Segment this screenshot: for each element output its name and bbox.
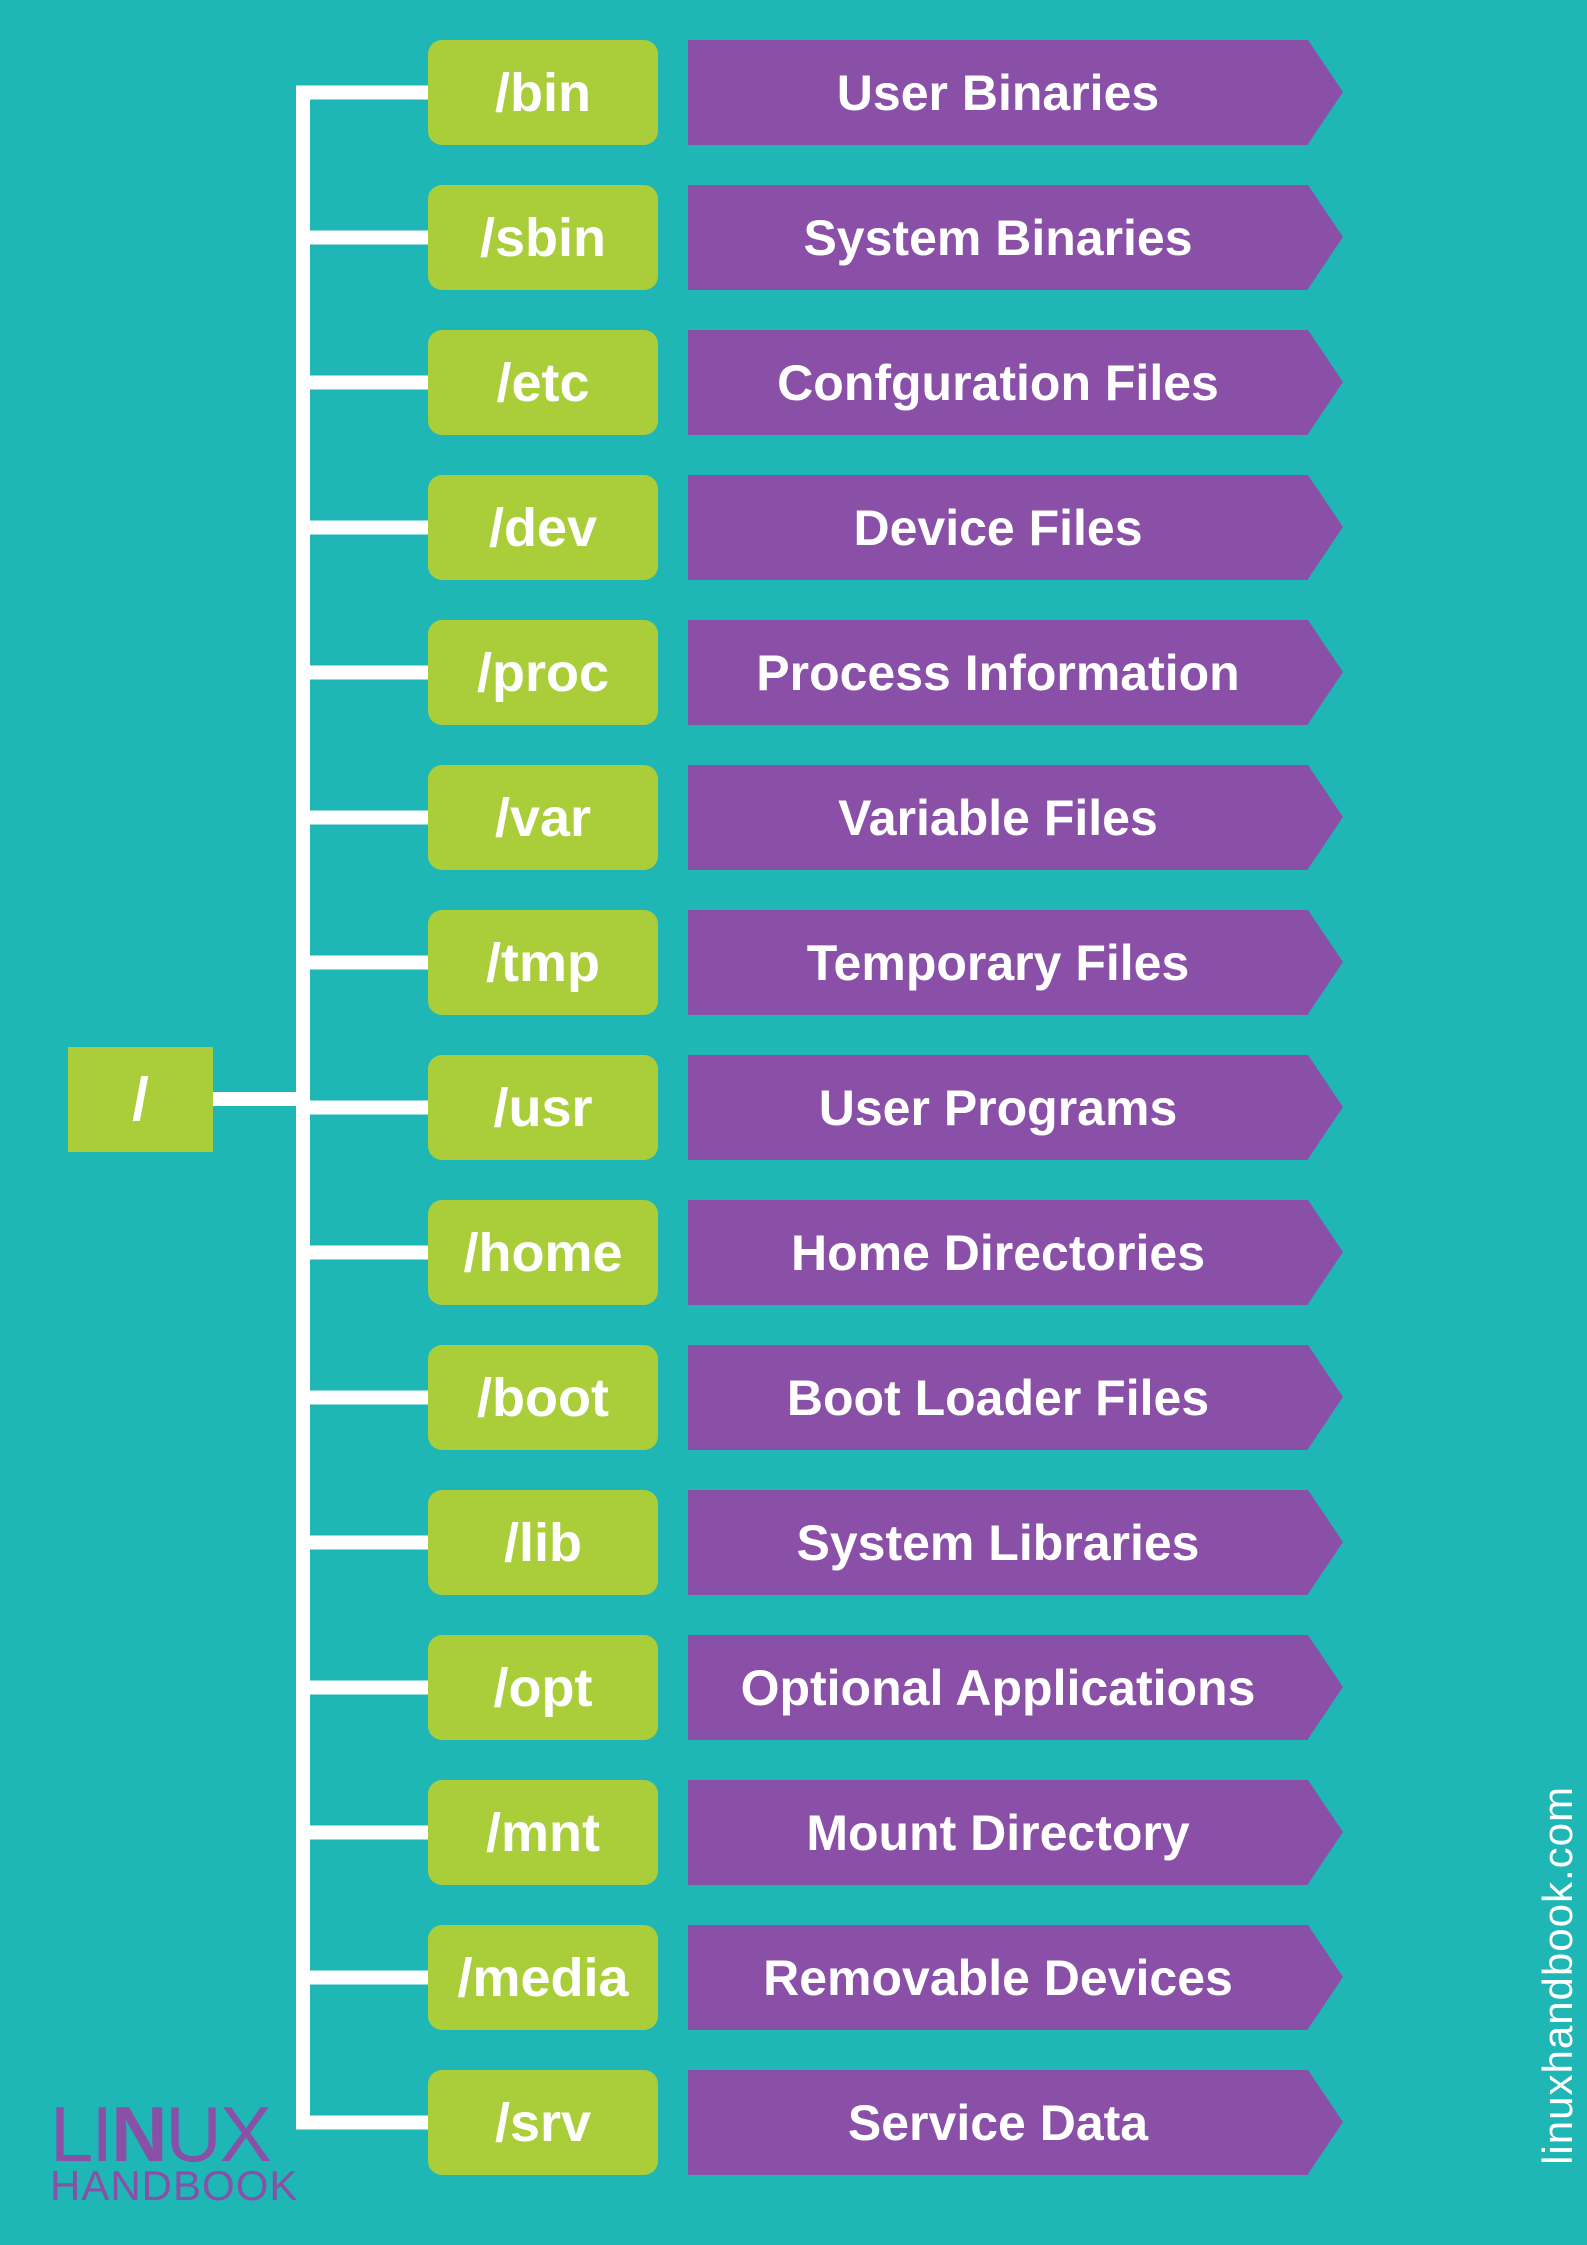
directory-description: Boot Loader Files [688, 1345, 1308, 1450]
directory-row: /etc Confguration Files [428, 330, 1308, 435]
directory-row: /bin User Binaries [428, 40, 1308, 145]
directory-row: /tmp Temporary Files [428, 910, 1308, 1015]
directory-description: Removable Devices [688, 1925, 1308, 2030]
directory-row: /var Variable Files [428, 765, 1308, 870]
directory-row: /usr User Programs [428, 1055, 1308, 1160]
directory-description: Confguration Files [688, 330, 1308, 435]
logo: LINUX HANDBOOK [50, 2101, 298, 2205]
directory-path: /var [428, 765, 658, 870]
directory-row: /opt Optional Applications [428, 1635, 1308, 1740]
directory-path: /srv [428, 2070, 658, 2175]
linux-fs-diagram: / /binUser Binaries/sbinSystem Binaries/… [0, 0, 1587, 2245]
directory-path: /usr [428, 1055, 658, 1160]
directory-path: /mnt [428, 1780, 658, 1885]
directory-description: User Programs [688, 1055, 1308, 1160]
logo-line1: LINUX [50, 2101, 298, 2167]
directory-row: /boot Boot Loader Files [428, 1345, 1308, 1450]
directory-path: /sbin [428, 185, 658, 290]
directory-description: Service Data [688, 2070, 1308, 2175]
directory-description: System Binaries [688, 185, 1308, 290]
directory-path: /media [428, 1925, 658, 2030]
directory-row: /lib System Libraries [428, 1490, 1308, 1595]
directory-description: Mount Directory [688, 1780, 1308, 1885]
directory-description: Temporary Files [688, 910, 1308, 1015]
directory-path: /lib [428, 1490, 658, 1595]
directory-description: User Binaries [688, 40, 1308, 145]
directory-path: /bin [428, 40, 658, 145]
directory-path: /etc [428, 330, 658, 435]
root-label: / [132, 1065, 149, 1134]
source-url: linuxhandbook.com [1534, 1786, 1582, 2165]
directory-description: Process Information [688, 620, 1308, 725]
directory-path: /proc [428, 620, 658, 725]
directory-path: /opt [428, 1635, 658, 1740]
directory-path: /boot [428, 1345, 658, 1450]
directory-row: /dev Device Files [428, 475, 1308, 580]
directory-description: Optional Applications [688, 1635, 1308, 1740]
directory-description: Device Files [688, 475, 1308, 580]
directory-row: /home Home Directories [428, 1200, 1308, 1305]
directory-description: Variable Files [688, 765, 1308, 870]
directory-row: /media Removable Devices [428, 1925, 1308, 2030]
directory-path: /tmp [428, 910, 658, 1015]
directory-row: /srv Service Data [428, 2070, 1308, 2175]
directory-row: /sbin System Binaries [428, 185, 1308, 290]
directory-path: /home [428, 1200, 658, 1305]
directory-description: System Libraries [688, 1490, 1308, 1595]
root-directory: / [68, 1047, 213, 1152]
directory-path: /dev [428, 475, 658, 580]
directory-description: Home Directories [688, 1200, 1308, 1305]
logo-line2: HANDBOOK [50, 2167, 298, 2205]
directory-row: /mnt Mount Directory [428, 1780, 1308, 1885]
directory-row: /proc Process Information [428, 620, 1308, 725]
